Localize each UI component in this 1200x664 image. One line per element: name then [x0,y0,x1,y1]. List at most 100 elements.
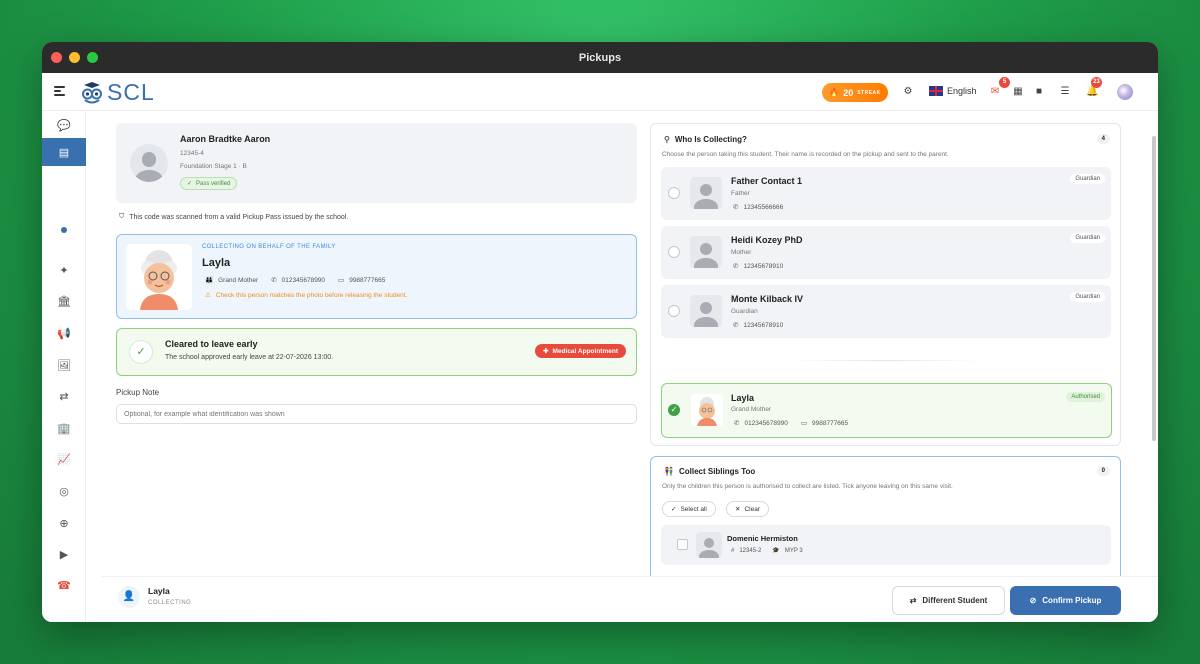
footer-bar: 👤 Layla COLLECTING ⇄ Different Student ⊘… [102,576,1158,622]
early-leave-detail: The school approved early leave at 22-07… [165,354,334,361]
person-option[interactable]: Heidi Kozey PhD Mother ✆ 12345678910 Guar… [661,226,1111,279]
phone-icon: ✆ [271,277,277,284]
uk-flag-icon [929,86,943,96]
sidebar-announcement-icon[interactable]: 📢 [42,319,86,347]
grandmother-avatar-icon [697,397,717,426]
person-search-icon: ⚲ [664,135,670,144]
app-window: Pickups SCL 🔥 20 STREAK ⚙ English ✉ 5 ▦ … [42,42,1158,622]
sibling-checkbox[interactable] [677,539,688,550]
person-option[interactable]: Monte Kilback IV Guardian ✆ 12345678910 G… [661,285,1111,338]
minimize-window-button[interactable] [69,52,80,63]
person-radio[interactable] [668,187,680,199]
person-phone: 12345678910 [743,321,784,329]
sidebar-building-icon[interactable]: 🏢 [42,414,86,442]
menu-toggle-icon[interactable] [54,86,65,96]
different-student-button[interactable]: ⇄ Different Student [892,586,1005,615]
id-card-icon: ▭ [800,420,807,427]
sidebar-transfer-icon[interactable]: ⇄ [42,382,86,410]
person-radio[interactable] [668,305,680,317]
logo-text: SCL [107,79,155,105]
sibling-grade: MYP 3 [784,547,803,554]
selected-person-id: 9988777665 [812,419,849,427]
window-controls [51,52,98,63]
person-option[interactable]: Father Contact 1 Father ✆ 12345566666 Gua… [661,167,1111,220]
sibling-details: # 12345-2 🎓 MYP 3 [731,547,803,555]
mail-badge: 5 [999,77,1010,88]
sidebar-bank-icon[interactable]: 🏛 [42,287,86,315]
phone-icon: ✆ [733,263,739,270]
student-id: 12345-4 [180,150,204,157]
id-card-icon: ▭ [338,277,345,284]
phone-icon: ✆ [734,420,740,427]
sidebar-chart-icon[interactable]: 📈 [42,445,86,473]
selected-person-option[interactable]: ✓ Layla Grand Mother ✆ 012345678990 ▭ 99… [661,383,1112,438]
shield-icon: ⛉ [119,213,125,220]
mail-icon[interactable]: ✉ [989,86,1001,98]
who-collecting-subtitle: Choose the person taking this student. T… [662,151,949,158]
select-all-label: Select all [680,505,707,513]
pass-verified-badge: ✓ Pass verified [180,177,238,190]
select-all-button[interactable]: ✓ Select all [662,501,716,517]
flame-icon: 🔥 [829,88,840,97]
sibling-row[interactable]: Domenic Hermiston # 12345-2 🎓 MYP 3 [661,525,1111,565]
language-label: English [947,86,977,96]
close-window-button[interactable] [51,52,62,63]
selected-person-relation: Grand Mother [731,406,772,413]
collector-name: Layla [202,257,231,269]
confirm-pickup-button[interactable]: ⊘ Confirm Pickup [1010,586,1121,615]
sidebar-pickups-icon[interactable]: ▤ [42,138,86,166]
sidebar-messages-icon[interactable]: 💬 [42,111,86,139]
guardian-tag: Guardian [1070,233,1105,243]
person-phone-row: ✆ 12345678910 [733,262,783,271]
who-collecting-panel: ⚲ Who Is Collecting? 4 Choose the person… [650,123,1121,446]
selected-person-avatar [691,394,723,426]
sidebar-puzzle-icon[interactable]: ✦ [42,256,86,284]
chat-icon[interactable]: ■ [1033,86,1045,98]
sidebar-award-icon[interactable]: ◎ [42,477,86,505]
warning-icon: ⚠ [205,292,211,299]
collector-details: 👪 Grand Mother ✆ 012345678990 ▭ 99887776… [205,276,386,285]
medical-appointment-badge: ✚ Medical Appointment [535,344,626,358]
sibling-name: Domenic Hermiston [727,534,798,543]
person-phone-row: ✆ 12345678910 [733,321,784,330]
pass-verified-label: Pass verified [196,180,231,187]
swap-icon: ⇄ [909,596,917,605]
collector-caption: COLLECTING ON BEHALF OF THE FAMILY [202,244,336,250]
shield-check-icon: ✓ [187,181,193,187]
user-avatar[interactable] [1117,84,1133,100]
siblings-subtitle: Only the children this person is authori… [662,483,953,490]
selected-radio[interactable]: ✓ [668,404,680,416]
phone-icon: ✆ [733,322,739,329]
who-collecting-title: Who Is Collecting? [674,135,747,144]
different-student-label: Different Student [922,596,988,605]
sidebar-video-icon[interactable]: ▶ [42,540,86,568]
maximize-window-button[interactable] [87,52,98,63]
footer-collector-name: Layla [148,586,170,596]
person-relation: Mother [731,249,752,256]
language-selector[interactable]: English [929,86,977,96]
settings-gears-icon[interactable]: ⚙ [902,86,914,98]
clear-button[interactable]: ✕ Clear [726,501,769,517]
footer-collector-status: COLLECTING [148,600,192,606]
scan-note: ⛉ This code was scanned from a valid Pic… [119,213,348,221]
person-name: Heidi Kozey PhD [731,235,803,245]
server-icon[interactable]: ☰ [1059,86,1071,98]
scrollbar[interactable] [1152,136,1156,441]
calendar-icon[interactable]: ▦ [1012,86,1024,98]
student-name: Aaron Bradtke Aaron [180,134,271,144]
sidebar-lifebuoy-icon[interactable]: ⊕ [42,509,86,537]
streak-badge[interactable]: 🔥 20 STREAK [822,83,888,102]
siblings-header: 👫 Collect Siblings Too [664,467,755,476]
pickup-note-input[interactable] [116,404,637,424]
collector-id: 9988777665 [349,276,386,284]
sidebar-phone-icon[interactable]: ☎ [42,571,86,599]
check-circle-icon: ✓ [129,340,153,364]
sidebar-gallery-icon[interactable]: 🖼 [42,351,86,379]
person-radio[interactable] [668,246,680,258]
selected-person-name: Layla [731,393,755,403]
person-phone-row: ✆ 12345566666 [733,203,783,212]
app-logo[interactable]: SCL [80,79,155,106]
x-icon: ✕ [735,506,741,513]
collector-card: COLLECTING ON BEHALF OF THE FAMILY Layla… [116,234,637,319]
collector-photo [126,244,192,310]
